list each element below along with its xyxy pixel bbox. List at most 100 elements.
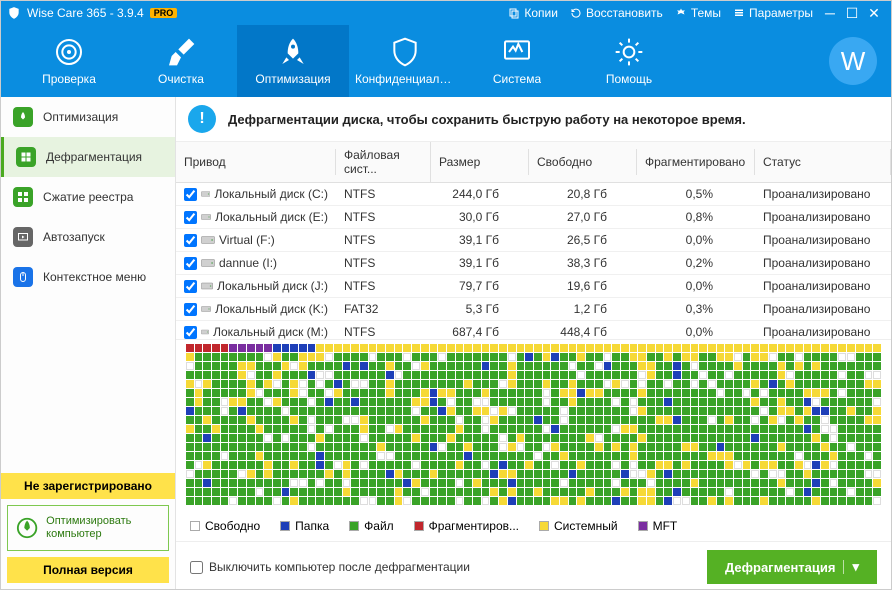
legend-system-label: Системный xyxy=(554,519,618,533)
sidebar-item-optimization[interactable]: Оптимизация xyxy=(1,97,175,137)
chevron-down-icon: ▾ xyxy=(852,559,859,575)
table-row[interactable]: Локальный диск (J:)NTFS79,7 Гб19,6 Гб0,0… xyxy=(176,275,891,298)
frag-cell: 0,3% xyxy=(637,298,755,320)
optimize-card-icon xyxy=(16,514,38,542)
row-checkbox[interactable] xyxy=(184,211,197,224)
row-checkbox[interactable] xyxy=(184,326,197,339)
swatch-free xyxy=(190,521,200,531)
row-checkbox[interactable] xyxy=(184,188,197,201)
legend-folder: Папка xyxy=(280,519,329,533)
table-row[interactable]: Локальный диск (E:)NTFS30,0 Гб27,0 Гб0,8… xyxy=(176,206,891,229)
free-cell: 26,5 Гб xyxy=(529,229,637,251)
sidebar: Оптимизация Дефрагментация Сжатие реестр… xyxy=(1,97,176,589)
optimize-computer-card[interactable]: Оптимизировать компьютер xyxy=(7,505,169,551)
legend-mft-label: MFT xyxy=(653,519,678,533)
tab-help[interactable]: Помощь xyxy=(573,25,685,97)
maximize-button[interactable]: ☐ xyxy=(841,5,863,22)
drive-name: dannue (I:) xyxy=(219,256,277,270)
sidebar-item-registry[interactable]: Сжатие реестра xyxy=(1,177,175,217)
legend-mft: MFT xyxy=(638,519,678,533)
footer: Выключить компьютер после дефрагментации… xyxy=(176,541,891,589)
shutdown-checkbox-label[interactable]: Выключить компьютер после дефрагментации xyxy=(190,560,470,574)
params-icon xyxy=(733,7,745,19)
status-cell: Проанализировано xyxy=(755,298,891,320)
free-cell: 19,6 Гб xyxy=(529,275,637,297)
optimize-icon xyxy=(13,107,33,127)
free-cell: 20,8 Гб xyxy=(529,183,637,205)
status-cell: Проанализировано xyxy=(755,275,891,297)
legend-free: Свободно xyxy=(190,519,260,533)
sidebar-item-defrag[interactable]: Дефрагментация xyxy=(1,137,175,177)
table-row[interactable]: Локальный диск (C:)NTFS244,0 Гб20,8 Гб0,… xyxy=(176,183,891,206)
col-frag[interactable]: Фрагментировано xyxy=(637,149,755,175)
status-cell: Проанализировано xyxy=(755,252,891,274)
restore-label: Восстановить xyxy=(586,6,663,20)
swatch-mft xyxy=(638,521,648,531)
rocket-icon xyxy=(277,36,309,68)
legend-fragmented-label: Фрагментиров... xyxy=(429,519,519,533)
tab-optimization-label: Оптимизация xyxy=(255,72,330,86)
sidebar-item-startup[interactable]: Автозапуск xyxy=(1,217,175,257)
pro-badge: PRO xyxy=(150,8,178,18)
info-text: Дефрагментации диска, чтобы сохранить бы… xyxy=(228,112,746,127)
col-free[interactable]: Свободно xyxy=(529,149,637,175)
table-row[interactable]: Локальный диск (M:)NTFS687,4 Гб448,4 Гб0… xyxy=(176,321,891,339)
shutdown-checkbox[interactable] xyxy=(190,561,203,574)
tab-cleanup-label: Очистка xyxy=(158,72,204,86)
tab-system[interactable]: Система xyxy=(461,25,573,97)
col-status[interactable]: Статус xyxy=(755,149,891,175)
frag-cell: 0,8% xyxy=(637,206,755,228)
fs-cell: NTFS xyxy=(336,183,431,205)
table-row[interactable]: Локальный диск (K:)FAT325,3 Гб1,2 Гб0,3%… xyxy=(176,298,891,321)
restore-icon xyxy=(570,7,582,19)
row-checkbox[interactable] xyxy=(184,280,197,293)
info-bar: ! Дефрагментации диска, чтобы сохранить … xyxy=(176,97,891,142)
defrag-icon xyxy=(16,147,36,167)
minimize-button[interactable]: ─ xyxy=(819,5,841,21)
sidebar-item-label: Дефрагментация xyxy=(46,150,142,164)
frag-cell: 0,2% xyxy=(637,252,755,274)
defrag-button-label: Дефрагментация xyxy=(725,560,835,575)
cluster-map xyxy=(186,344,881,505)
row-checkbox[interactable] xyxy=(184,234,197,247)
legend-file: Файл xyxy=(349,519,394,533)
tab-privacy[interactable]: Конфиденциаль... xyxy=(349,25,461,97)
legend-free-label: Свободно xyxy=(205,519,260,533)
table-row[interactable]: Virtual (F:)NTFS39,1 Гб26,5 Гб0,0%Проана… xyxy=(176,229,891,252)
swatch-file xyxy=(349,521,359,531)
params-link[interactable]: Параметры xyxy=(733,6,813,20)
col-drive[interactable]: Привод xyxy=(176,149,336,175)
tab-check-label: Проверка xyxy=(42,72,96,86)
table-header: Привод Файловая сист... Размер Свободно … xyxy=(176,142,891,183)
status-cell: Проанализировано xyxy=(755,183,891,205)
full-version-button[interactable]: Полная версия xyxy=(7,557,169,583)
row-checkbox[interactable] xyxy=(184,257,197,270)
fs-cell: NTFS xyxy=(336,229,431,251)
legend-file-label: Файл xyxy=(364,519,394,533)
sidebar-item-context[interactable]: Контекстное меню xyxy=(1,257,175,297)
app-title: Wise Care 365 - 3.9.4 xyxy=(27,6,144,20)
avatar[interactable]: W xyxy=(829,37,877,85)
titlebar: Wise Care 365 - 3.9.4 PRO Копии Восстано… xyxy=(1,1,891,25)
shield-icon xyxy=(389,36,421,68)
size-cell: 39,1 Гб xyxy=(431,229,529,251)
legend-fragmented: Фрагментиров... xyxy=(414,519,519,533)
tab-check[interactable]: Проверка xyxy=(13,25,125,97)
drive-name: Virtual (F:) xyxy=(219,233,275,247)
free-cell: 27,0 Гб xyxy=(529,206,637,228)
col-size[interactable]: Размер xyxy=(431,149,529,175)
table-row[interactable]: dannue (I:)NTFS39,1 Гб38,3 Гб0,2%Проанал… xyxy=(176,252,891,275)
close-button[interactable]: ✕ xyxy=(863,5,885,22)
sidebar-item-label: Оптимизация xyxy=(43,110,118,124)
tab-cleanup[interactable]: Очистка xyxy=(125,25,237,97)
fs-cell: FAT32 xyxy=(336,298,431,320)
tab-optimization[interactable]: Оптимизация xyxy=(237,25,349,97)
col-fs[interactable]: Файловая сист... xyxy=(336,142,431,182)
defrag-button[interactable]: Дефрагментация ▾ xyxy=(707,550,877,584)
copies-icon xyxy=(508,7,520,19)
frag-cell: 0,0% xyxy=(637,275,755,297)
themes-link[interactable]: Темы xyxy=(675,6,721,20)
row-checkbox[interactable] xyxy=(184,303,197,316)
copies-link[interactable]: Копии xyxy=(508,6,558,20)
restore-link[interactable]: Восстановить xyxy=(570,6,663,20)
